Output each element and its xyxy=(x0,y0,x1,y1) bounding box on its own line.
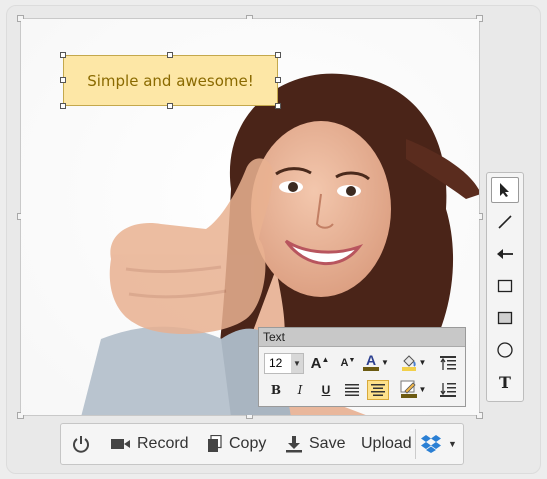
grow-font-button[interactable]: A ▲ xyxy=(309,353,331,373)
download-icon xyxy=(286,436,302,453)
underline-label: U xyxy=(321,383,331,397)
text-tool-button[interactable]: T xyxy=(491,369,519,395)
power-icon xyxy=(73,436,89,453)
cursor-icon xyxy=(500,183,509,197)
arrow-tool-button[interactable] xyxy=(491,241,519,267)
textbox-handle[interactable] xyxy=(167,103,173,109)
textbox-handle[interactable] xyxy=(60,103,66,109)
record-button[interactable]: Record xyxy=(111,424,189,464)
text-icon: T xyxy=(499,372,511,392)
font-color-button[interactable]: A ▼ xyxy=(361,352,391,372)
shrink-font-icon: A xyxy=(340,357,349,369)
italic-label: I xyxy=(297,383,303,397)
filled-rectangle-tool-button[interactable] xyxy=(491,305,519,331)
upload-label: Upload xyxy=(361,435,412,452)
text-format-panel: Text 12 ▼ A ▲ A ▼ A ▼ ▼ B I U ▼ xyxy=(258,327,466,407)
fill-color-button[interactable]: ▼ xyxy=(397,352,429,372)
copy-button[interactable]: Copy xyxy=(207,424,266,464)
textbox-handle[interactable] xyxy=(60,52,66,58)
copy-label: Copy xyxy=(229,435,267,452)
filled-rectangle-icon xyxy=(497,311,513,325)
textbox-handle[interactable] xyxy=(275,77,281,83)
line-spacing-up-button[interactable] xyxy=(437,353,459,373)
line-spacing-down-button[interactable] xyxy=(437,380,459,400)
bold-button[interactable]: B xyxy=(265,380,287,400)
rectangle-icon xyxy=(497,279,513,293)
border-color-button[interactable]: ▼ xyxy=(397,379,429,399)
italic-button[interactable]: I xyxy=(289,380,311,400)
align-left-button[interactable] xyxy=(341,380,363,400)
copy-icon xyxy=(208,435,222,452)
select-tool-button[interactable] xyxy=(491,177,519,203)
line-spacing-down-icon xyxy=(440,383,456,397)
save-label: Save xyxy=(309,435,346,452)
chevron-down-icon: ▼ xyxy=(291,354,303,373)
annotation-text: Simple and awesome! xyxy=(87,71,254,90)
ellipse-tool-button[interactable] xyxy=(491,337,519,363)
record-label: Record xyxy=(137,435,189,452)
chevron-down-icon: ▼ xyxy=(448,439,457,449)
upload-button[interactable]: Upload xyxy=(361,424,412,464)
font-color-icon: A xyxy=(365,352,377,368)
align-justify-icon xyxy=(345,384,359,396)
underline-button[interactable]: U xyxy=(315,380,337,400)
action-toolbar: Record Copy Save Upload ▼ xyxy=(60,423,464,465)
grow-font-icon: A xyxy=(310,354,322,372)
line-icon xyxy=(498,215,512,229)
arrow-icon xyxy=(497,249,513,259)
line-spacing-up-icon xyxy=(440,356,456,370)
shrink-font-button[interactable]: A ▼ xyxy=(337,353,359,373)
chevron-down-icon: ▼ xyxy=(418,357,427,367)
line-tool-button[interactable] xyxy=(491,209,519,235)
textbox-handle[interactable] xyxy=(60,77,66,83)
dropbox-icon xyxy=(421,435,441,453)
textbox-handle[interactable] xyxy=(275,103,281,109)
chevron-down-icon: ▼ xyxy=(418,384,427,394)
textbox-handle[interactable] xyxy=(167,52,173,58)
video-camera-icon xyxy=(111,439,130,449)
drawing-tools-palette: T xyxy=(486,172,524,402)
power-button[interactable] xyxy=(71,424,91,464)
font-size-value: 12 xyxy=(269,356,283,370)
font-size-select[interactable]: 12 ▼ xyxy=(264,353,304,374)
textbox-handle[interactable] xyxy=(275,52,281,58)
upload-destination-dropdown[interactable]: ▼ xyxy=(415,429,457,459)
pen-color-icon xyxy=(400,380,417,398)
save-button[interactable]: Save xyxy=(285,424,345,464)
align-center-button[interactable] xyxy=(367,380,389,400)
chevron-down-icon: ▼ xyxy=(381,357,389,367)
bold-label: B xyxy=(270,383,282,397)
ellipse-icon xyxy=(497,342,513,358)
align-center-icon xyxy=(371,384,385,396)
annotation-textbox[interactable]: Simple and awesome! xyxy=(63,55,278,106)
text-panel-title: Text xyxy=(259,328,465,347)
paint-bucket-icon xyxy=(401,355,416,371)
rectangle-tool-button[interactable] xyxy=(491,273,519,299)
